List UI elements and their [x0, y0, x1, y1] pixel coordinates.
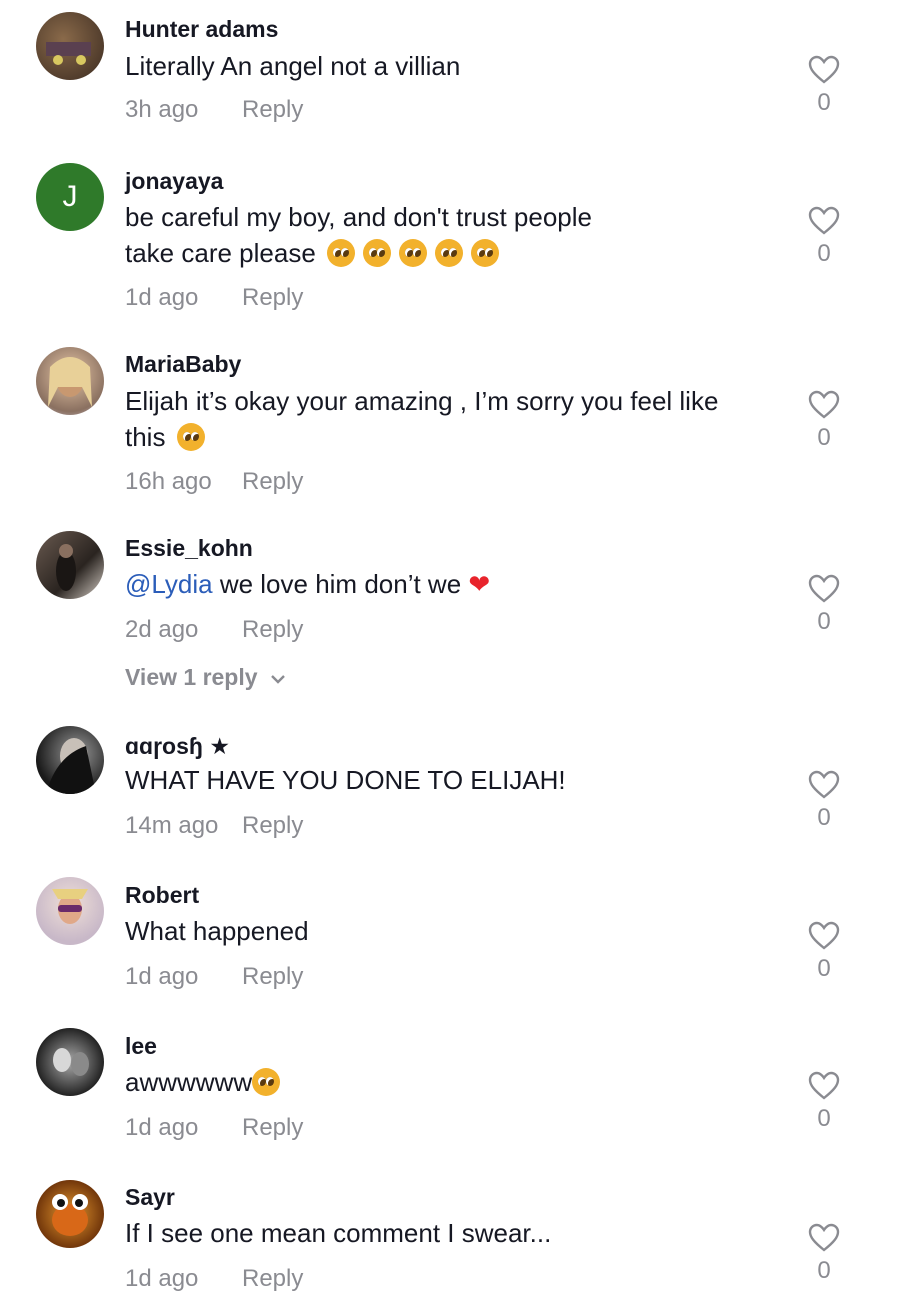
heart-outline-icon: [808, 1071, 840, 1100]
like-count: 0: [817, 240, 831, 267]
reply-button[interactable]: Reply: [242, 284, 303, 312]
comment-username[interactable]: Robert: [125, 882, 199, 909]
avatar[interactable]: [36, 531, 104, 599]
comment-text: WHAT HAVE YOU DONE TO ELIJAH!: [125, 765, 566, 795]
comment-text: @Lydia we love him don’t we ❤: [125, 569, 491, 599]
reply-button[interactable]: Reply: [242, 963, 303, 991]
comment-text-line: Elijah it’s okay your amazing , I’m sorr…: [125, 386, 719, 416]
avatar[interactable]: J: [36, 163, 104, 231]
reply-button[interactable]: Reply: [242, 1114, 303, 1142]
pleading-face-emoji: [435, 239, 464, 267]
comment-text-line: this: [125, 419, 775, 455]
comment-meta: 16h ago Reply: [125, 468, 303, 496]
reply-button[interactable]: Reply: [242, 812, 303, 840]
pleading-face-emoji: [176, 423, 205, 451]
comment-username[interactable]: Sayr: [125, 1184, 175, 1211]
comment-meta: 14m ago Reply: [125, 812, 303, 840]
heart-outline-icon: [808, 770, 840, 799]
comment-meta: 1d ago Reply: [125, 1114, 303, 1142]
like-button[interactable]: 0: [804, 1071, 844, 1133]
pleading-face-emoji: [252, 1068, 281, 1096]
heart-outline-icon: [808, 1223, 840, 1252]
heart-outline-icon: [808, 390, 840, 419]
comment-username[interactable]: Hunter adams: [125, 16, 278, 43]
like-button[interactable]: 0: [804, 770, 844, 832]
like-button[interactable]: 0: [804, 206, 844, 268]
pleading-face-emoji: [327, 239, 356, 267]
like-count: 0: [817, 1257, 831, 1284]
comment-time: 1d ago: [125, 1114, 199, 1141]
reply-button[interactable]: Reply: [242, 96, 303, 124]
reply-button[interactable]: Reply: [242, 468, 303, 496]
comment-meta: 1d ago Reply: [125, 284, 303, 312]
comment-time: 1d ago: [125, 284, 199, 311]
heart-outline-icon: [808, 206, 840, 235]
comment-username[interactable]: lee: [125, 1033, 157, 1060]
like-count: 0: [817, 608, 831, 635]
comment-time: 3h ago: [125, 96, 199, 123]
comment-text: be careful my boy, and don't trust peopl…: [125, 199, 775, 271]
comment-meta: 3h ago Reply: [125, 96, 303, 124]
heart-outline-icon: [808, 574, 840, 603]
mention-link[interactable]: @Lydia: [125, 569, 213, 599]
reply-button[interactable]: Reply: [242, 616, 303, 644]
like-button[interactable]: 0: [804, 921, 844, 983]
comment-time: 2d ago: [125, 616, 199, 643]
avatar[interactable]: [36, 726, 104, 794]
like-count: 0: [817, 804, 831, 831]
like-button[interactable]: 0: [804, 1223, 844, 1285]
comment-meta: 1d ago Reply: [125, 1265, 303, 1293]
comment-text: If I see one mean comment I swear...: [125, 1218, 552, 1248]
comment-text-line: be careful my boy, and don't trust peopl…: [125, 202, 592, 232]
comment-text: What happened: [125, 916, 309, 946]
chevron-down-icon: [271, 675, 285, 684]
heart-outline-icon: [808, 55, 840, 84]
comment-username[interactable]: jonayaya: [125, 168, 223, 195]
avatar[interactable]: [36, 347, 104, 415]
heart-outline-icon: [808, 921, 840, 950]
pleading-face-emoji: [471, 239, 500, 267]
like-count: 0: [817, 955, 831, 982]
pleading-face-emoji: [363, 239, 392, 267]
red-heart-emoji: ❤: [468, 569, 491, 599]
comment-meta: 2d ago Reply: [125, 616, 303, 644]
pleading-face-emoji: [399, 239, 428, 267]
comment-time: 1d ago: [125, 1265, 199, 1292]
comment-meta: 1d ago Reply: [125, 963, 303, 991]
comment-time: 1d ago: [125, 963, 199, 990]
like-count: 0: [817, 1105, 831, 1132]
avatar[interactable]: [36, 1180, 104, 1248]
comment-text-line: take care please: [125, 235, 775, 271]
like-count: 0: [817, 89, 831, 116]
comment-text: awwwwww: [125, 1064, 775, 1100]
like-button[interactable]: 0: [804, 390, 844, 452]
avatar[interactable]: [36, 1028, 104, 1096]
comment-username[interactable]: Essie_kohn: [125, 535, 253, 562]
like-button[interactable]: 0: [804, 55, 844, 117]
like-count: 0: [817, 424, 831, 451]
comment-text: Literally An angel not a villian: [125, 51, 461, 81]
comment-text: Elijah it’s okay your amazing , I’m sorr…: [125, 383, 775, 455]
comment-username[interactable]: ɑɑɼosɧ ★: [125, 733, 230, 760]
reply-button[interactable]: Reply: [242, 1265, 303, 1293]
avatar[interactable]: [36, 877, 104, 945]
view-replies-button[interactable]: View 1 reply: [125, 664, 286, 691]
comment-username[interactable]: MariaBaby: [125, 351, 241, 378]
comment-time: 16h ago: [125, 468, 212, 495]
like-button[interactable]: 0: [804, 574, 844, 636]
comment-time: 14m ago: [125, 812, 219, 839]
avatar[interactable]: [36, 12, 104, 80]
